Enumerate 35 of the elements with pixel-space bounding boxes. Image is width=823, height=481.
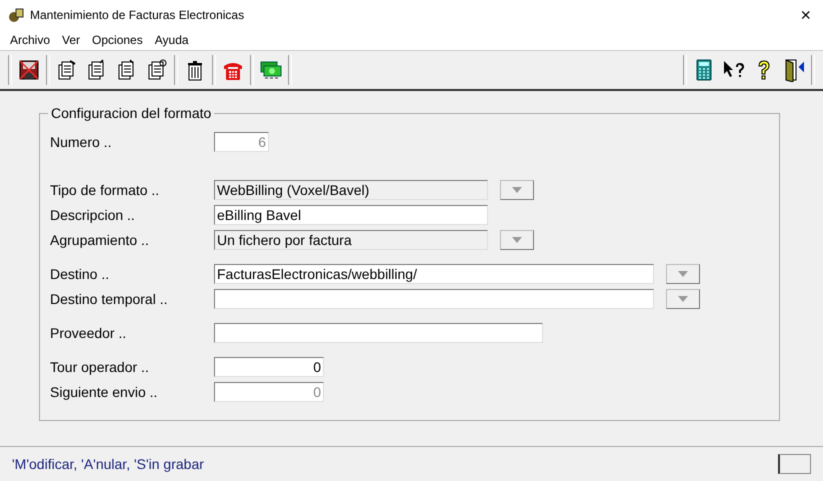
- field-label: Agrupamiento ..: [50, 232, 150, 248]
- app-icon: [8, 7, 24, 23]
- field-label: Descripcion ..: [50, 207, 136, 223]
- field-label: Numero ..: [50, 134, 112, 150]
- combo-field[interactable]: FacturasElectronicas/webbilling/: [214, 264, 654, 284]
- field-label: Destino ..: [50, 266, 110, 282]
- combo-field[interactable]: [214, 289, 654, 309]
- caret-icon: [512, 187, 522, 193]
- input-field[interactable]: [214, 323, 543, 343]
- menu-item[interactable]: Ayuda: [148, 33, 195, 47]
- status-text: 'M'odificar, 'A'nular, 'S'in grabar: [12, 456, 204, 472]
- window-title: Mantenimiento de Facturas Electronicas: [30, 8, 246, 22]
- input-field[interactable]: 0: [214, 357, 324, 377]
- dropdown-button[interactable]: [500, 230, 534, 250]
- menu-item[interactable]: Ver: [56, 33, 86, 47]
- combo-field[interactable]: WebBilling (Voxel/Bavel): [214, 180, 488, 200]
- field-label: Destino temporal ..: [50, 291, 168, 307]
- combo-field[interactable]: Un fichero por factura: [214, 230, 488, 250]
- dropdown-button[interactable]: [666, 289, 700, 309]
- caret-icon: [678, 296, 688, 302]
- status-panel: [778, 454, 811, 474]
- field-label: Siguiente envio ..: [50, 384, 158, 400]
- caret-icon: [512, 237, 522, 243]
- dropdown-button[interactable]: [500, 180, 534, 200]
- menu-item[interactable]: Opciones: [86, 33, 149, 47]
- caret-icon: [678, 271, 688, 277]
- floppy-icon: [17, 58, 41, 82]
- input-field[interactable]: eBilling Bavel: [214, 205, 488, 225]
- dropdown-button[interactable]: [666, 264, 700, 284]
- field-label: Tipo de formato ..: [50, 182, 160, 198]
- field-label: Tour operador ..: [50, 359, 150, 375]
- group-title: Configuracion del formato: [48, 105, 214, 121]
- field-label: Proveedor ..: [50, 325, 128, 341]
- close-button[interactable]: ×: [796, 4, 815, 26]
- menu-item[interactable]: Archivo: [4, 33, 56, 47]
